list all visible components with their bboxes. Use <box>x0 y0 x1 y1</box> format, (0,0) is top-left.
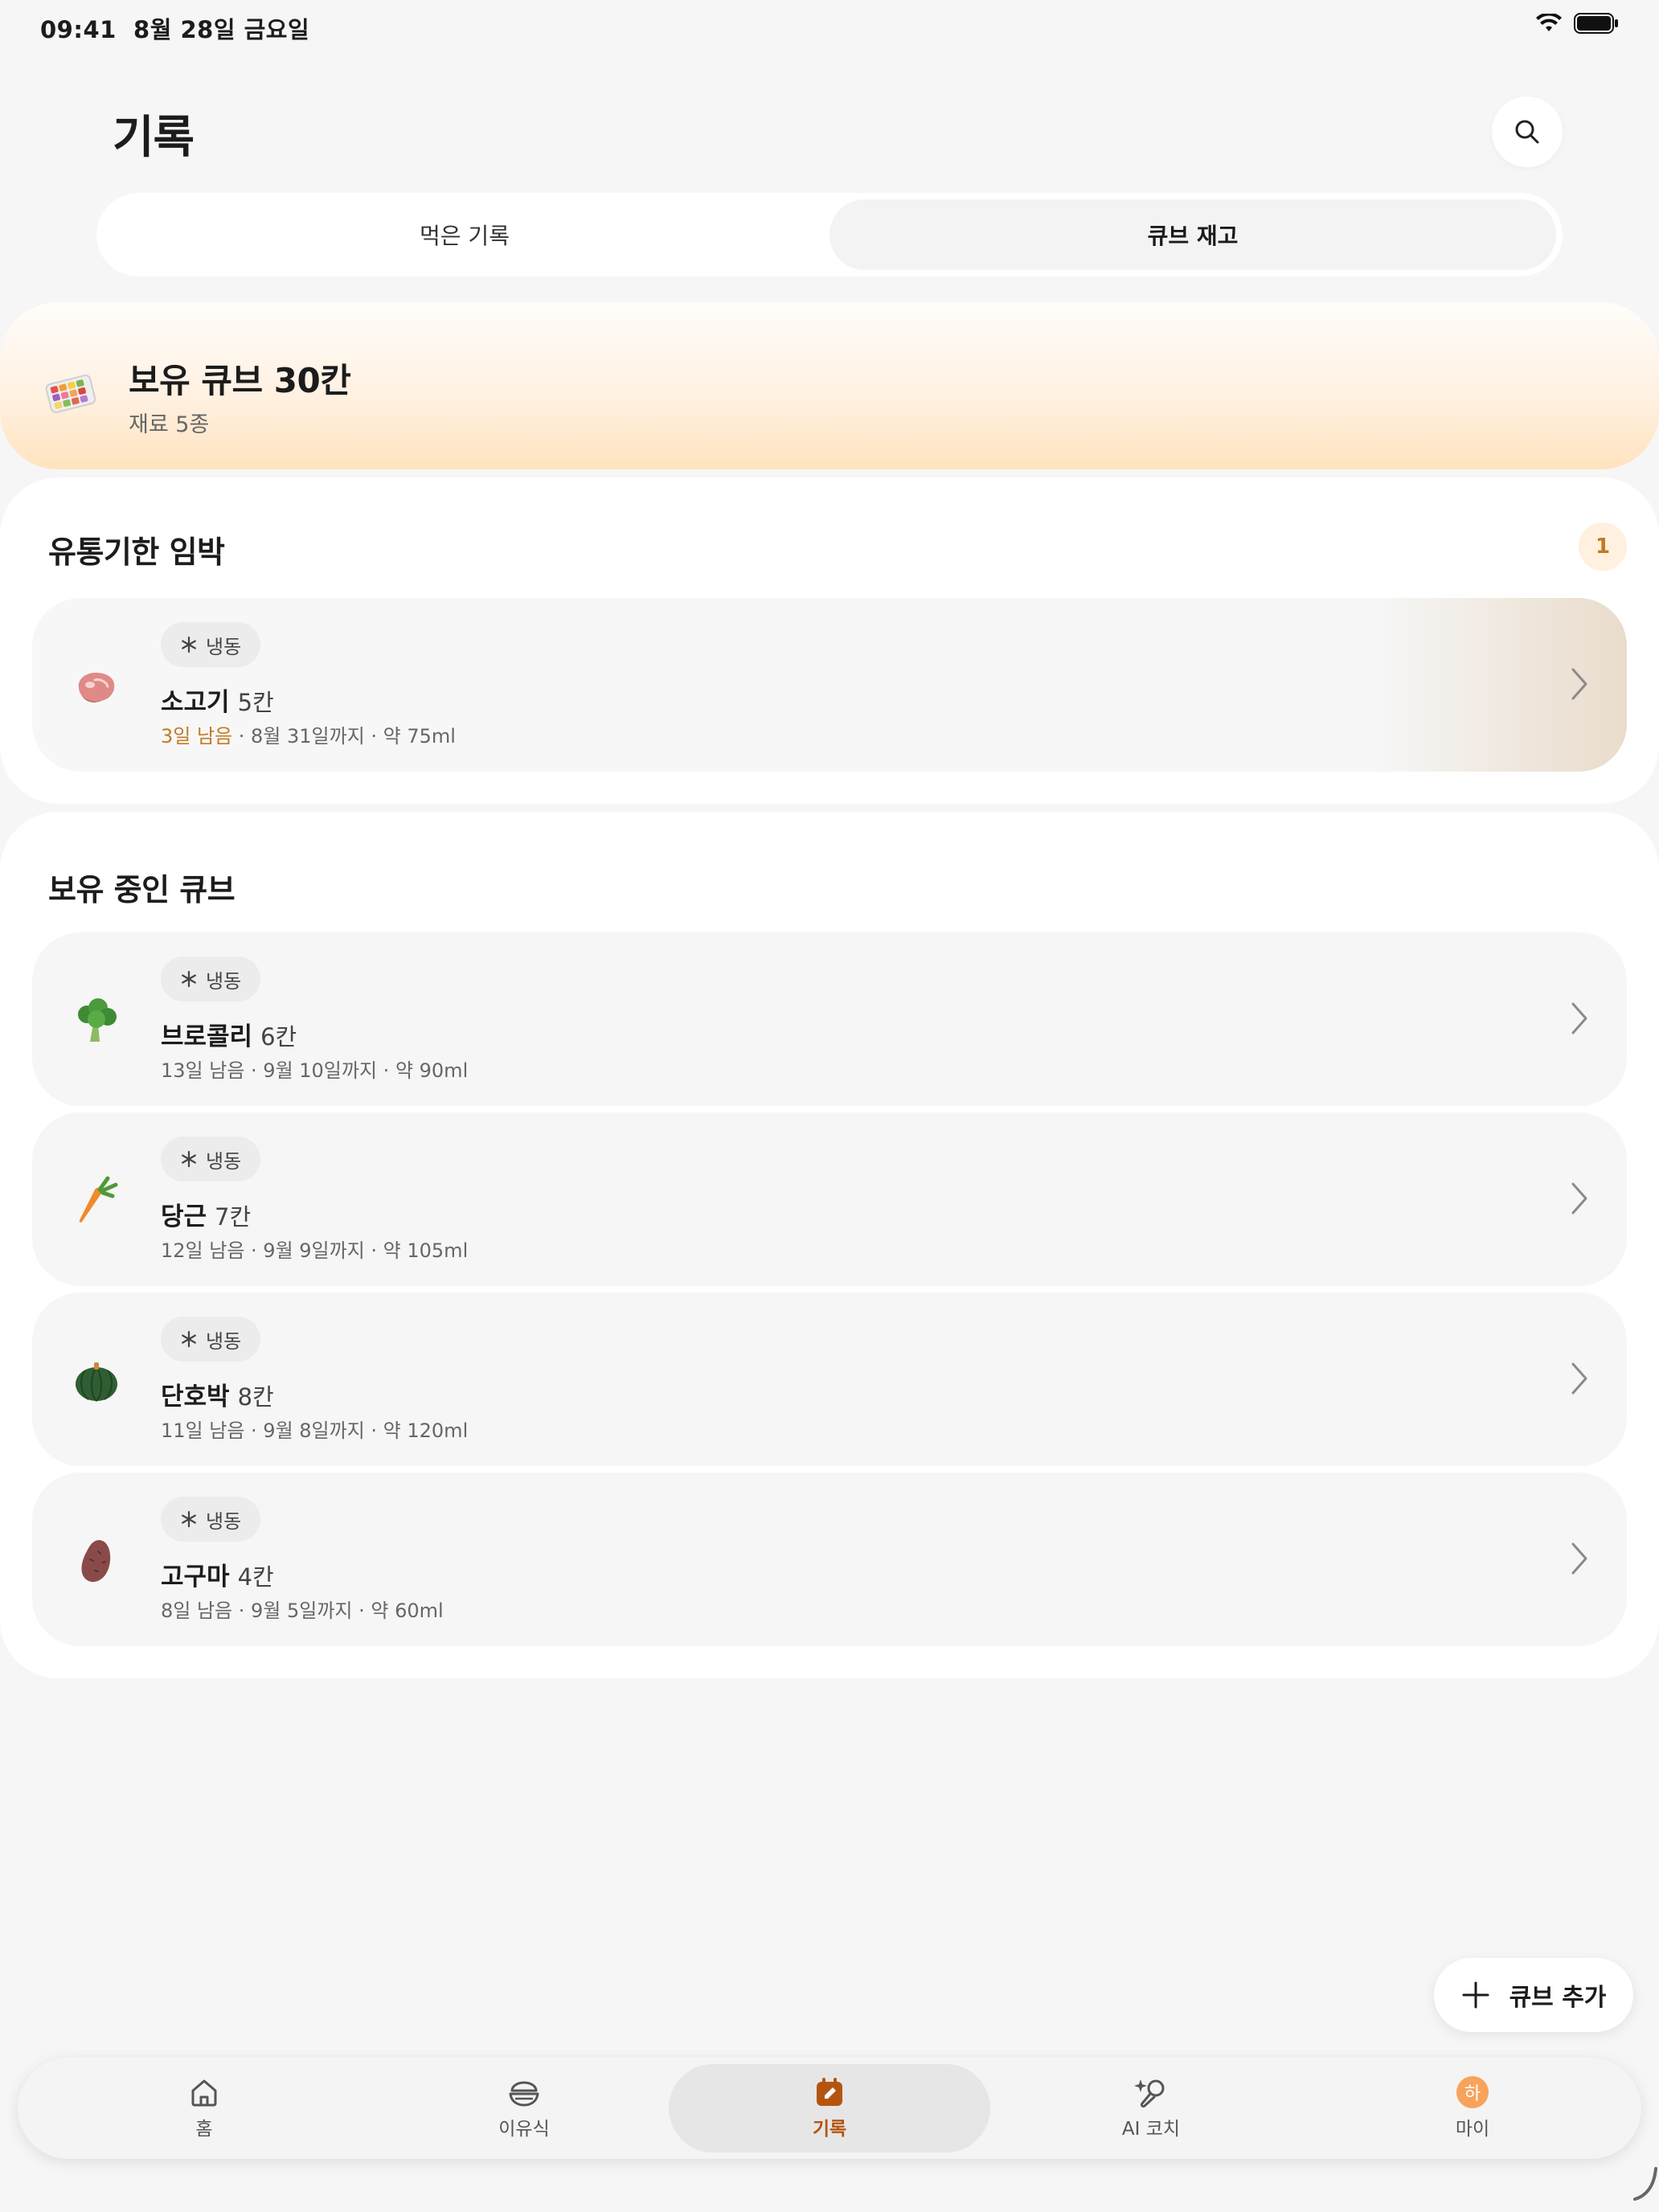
snowflake-icon <box>182 1510 196 1528</box>
expiry-details: · 8월 31일까지 · 약 75ml <box>232 725 456 748</box>
beef-icon <box>78 672 115 703</box>
cube-name: 브로콜리 6칸 <box>161 1016 297 1052</box>
nav-ai-coach[interactable]: AI 코치 <box>990 2064 1312 2153</box>
cube-card-sweet-potato[interactable]: 냉동 고구마 4칸 8일 남음 · 9월 5일까지 · 약 60ml <box>32 1473 1627 1646</box>
plus-icon <box>1462 1981 1489 2009</box>
cube-name: 당근 7칸 <box>161 1196 251 1232</box>
summary-subtitle: 재료 5종 <box>129 412 210 437</box>
cube-meta: 11일 남음 · 9월 8일까지 · 약 120ml <box>161 1419 469 1442</box>
ingredient-name: 브로콜리 <box>161 1022 253 1051</box>
storage-tag: 냉동 <box>161 1317 261 1362</box>
cube-count: 4칸 <box>237 1563 274 1591</box>
storage-tag: 냉동 <box>161 622 261 667</box>
cube-count: 7칸 <box>215 1203 252 1231</box>
storage-tag-label: 냉동 <box>206 1329 242 1353</box>
cube-count: 6칸 <box>260 1023 297 1051</box>
storage-tag-label: 냉동 <box>206 1149 242 1173</box>
cube-card-carrot[interactable]: 냉동 당근 7칸 12일 남음 · 9월 9일까지 · 약 105ml <box>32 1112 1627 1286</box>
broccoli-icon <box>78 998 117 1042</box>
add-cube-label: 큐브 추가 <box>1509 1984 1607 2012</box>
expiring-section: 유통기한 임박 1 냉동 소고기 5칸 3일 남음 · 8월 31일까지 · 약 … <box>0 477 1659 804</box>
expiring-count-badge: 1 <box>1579 522 1627 571</box>
nav-babyfood[interactable]: 이유식 <box>363 2064 685 2153</box>
snowflake-icon <box>182 1330 196 1348</box>
pumpkin-icon <box>76 1362 117 1402</box>
wifi-icon <box>1536 14 1562 31</box>
chevron-right-icon <box>1571 668 1587 700</box>
cube-meta: 13일 남음 · 9월 10일까지 · 약 90ml <box>161 1059 469 1082</box>
record-tabs: 먹은 기록 큐브 재고 <box>96 193 1563 276</box>
chevron-right-icon <box>1571 1002 1587 1034</box>
cube-name: 고구마 4칸 <box>161 1556 274 1592</box>
owned-section-title: 보유 중인 큐브 <box>48 872 236 907</box>
add-cube-button[interactable]: 큐브 추가 <box>1434 1958 1633 2032</box>
nav-my[interactable]: 하 마이 <box>1312 2064 1633 2153</box>
storage-tag: 냉동 <box>161 956 261 1002</box>
ai-coach-icon <box>1134 2079 1165 2108</box>
battery-icon <box>1574 13 1618 34</box>
status-clock: 09:41 <box>40 16 117 43</box>
snowflake-icon <box>182 970 196 988</box>
avatar: 하 <box>1456 2076 1489 2108</box>
nav-ai-coach-label: AI 코치 <box>1121 2119 1181 2140</box>
cube-meta: 3일 남음 · 8월 31일까지 · 약 75ml <box>161 720 456 748</box>
sweet-potato-icon <box>81 1540 111 1583</box>
search-button[interactable] <box>1492 96 1563 167</box>
nav-home-label: 홈 <box>195 2119 213 2140</box>
cube-meta: 12일 남음 · 9월 9일까지 · 약 105ml <box>161 1239 469 1262</box>
nav-records-label: 기록 <box>812 2119 847 2140</box>
nav-my-label: 마이 <box>1455 2119 1490 2140</box>
calendar-edit-icon <box>817 2078 842 2106</box>
nav-babyfood-label: 이유식 <box>498 2119 550 2140</box>
cube-card-kabocha[interactable]: 냉동 단호박 8칸 11일 남음 · 9월 8일까지 · 약 120ml <box>32 1292 1627 1466</box>
status-icons <box>1535 13 1619 34</box>
cube-card-broccoli[interactable]: 냉동 브로콜리 6칸 13일 남음 · 9월 10일까지 · 약 90ml <box>32 932 1627 1106</box>
corner-indicator <box>1633 2167 1657 2201</box>
ice-cube-tray-icon <box>45 375 96 413</box>
status-time: 09:41 8월 28일 금요일 <box>40 11 309 45</box>
ingredient-name: 소고기 <box>161 688 230 717</box>
nav-records[interactable]: 기록 <box>669 2064 990 2153</box>
status-date: 8월 28일 금요일 <box>133 16 310 43</box>
storage-tag: 냉동 <box>161 1497 261 1542</box>
cube-meta: 8일 남음 · 9월 5일까지 · 약 60ml <box>161 1600 444 1622</box>
snowflake-icon <box>182 1150 196 1168</box>
storage-tag-label: 냉동 <box>206 1509 242 1533</box>
cube-count: 5칸 <box>237 689 274 716</box>
chevron-right-icon <box>1571 1542 1587 1575</box>
chevron-right-icon <box>1571 1182 1587 1215</box>
remaining-days: 3일 남음 <box>161 725 233 748</box>
tab-eaten-records[interactable]: 먹은 기록 <box>103 199 826 270</box>
cube-name: 단호박 8칸 <box>161 1376 274 1412</box>
bottom-tab-bar: 홈 이유식 기록 AI 코치 하 마이 <box>18 2058 1641 2159</box>
ingredient-name: 단호박 <box>161 1382 230 1411</box>
search-icon <box>1515 120 1539 144</box>
nav-home[interactable]: 홈 <box>43 2064 365 2153</box>
chevron-right-icon <box>1571 1362 1587 1395</box>
ingredient-name: 당근 <box>161 1202 207 1231</box>
carrot-icon <box>79 1176 118 1223</box>
home-icon <box>191 2079 217 2107</box>
snowflake-icon <box>182 636 196 653</box>
storage-tag: 냉동 <box>161 1137 261 1182</box>
storage-tag-label: 냉동 <box>206 969 242 993</box>
owned-cubes-section: 보유 중인 큐브 냉동 브로콜리 6칸 13일 남음 · 9월 10일까지 · 약… <box>0 812 1659 1678</box>
cube-summary-banner: 보유 큐브 30칸 재료 5종 <box>0 302 1659 469</box>
expiring-section-title: 유통기한 임박 <box>48 535 225 570</box>
status-bar: 09:41 8월 28일 금요일 <box>0 0 1659 51</box>
storage-tag-label: 냉동 <box>206 635 242 658</box>
tab-cube-stock[interactable]: 큐브 재고 <box>830 199 1556 270</box>
ingredient-name: 고구마 <box>161 1563 230 1591</box>
page-title: 기록 <box>113 112 195 164</box>
cube-count: 8칸 <box>237 1383 274 1411</box>
cube-card-beef[interactable]: 냉동 소고기 5칸 3일 남음 · 8월 31일까지 · 약 75ml <box>32 598 1627 772</box>
cube-name: 소고기 5칸 <box>161 682 274 718</box>
bowl-icon <box>509 2081 539 2107</box>
summary-title: 보유 큐브 30칸 <box>129 361 351 400</box>
